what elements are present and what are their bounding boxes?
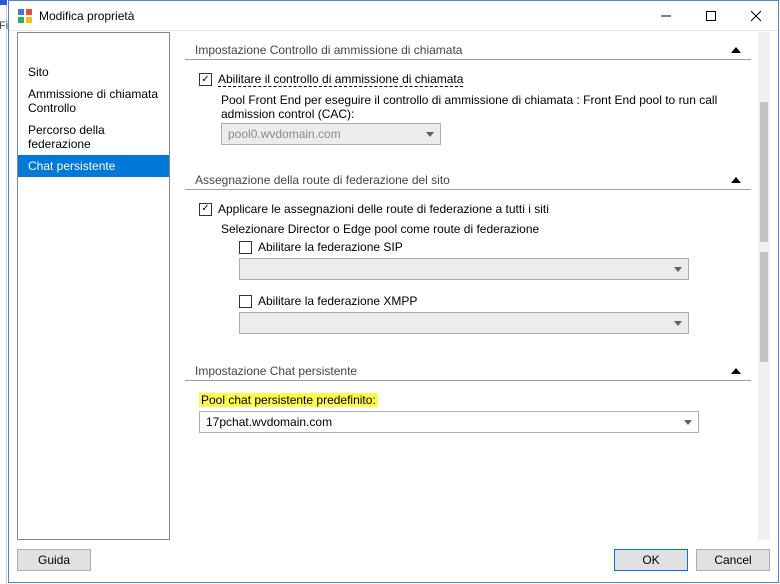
scroll-thumb[interactable] [760,252,768,362]
combo-value: pool0.wvdomain.com [228,127,341,141]
section-title: Impostazione Controllo di ammissione di … [195,43,731,57]
checkbox-enable-cac[interactable] [199,73,212,86]
sidebar-item-ammissione[interactable]: Ammissione di chiamata Controllo [18,83,169,119]
sidebar-item-federazione[interactable]: Percorso della federazione [18,119,169,155]
combo-default-pchat-pool[interactable]: 17pchat.wvdomain.com [199,411,699,433]
sidebar-item-sito[interactable]: Sito [18,61,169,83]
chevron-down-icon [684,420,692,425]
combo-sip [239,258,689,280]
app-icon [17,8,33,24]
collapse-icon [731,177,741,183]
collapse-icon [731,47,741,53]
label-apply-fed: Applicare le assegnazioni delle route di… [218,202,549,216]
chevron-down-icon [674,267,682,272]
combo-cac-pool[interactable]: pool0.wvdomain.com [221,123,441,145]
window-title: Modifica proprietà [39,9,134,23]
help-button[interactable]: Guida [17,549,91,571]
content-pane: Impostazione Controllo di ammissione di … [178,32,758,540]
ok-button[interactable]: OK [614,549,688,571]
scroll-thumb[interactable] [760,102,768,242]
maximize-button[interactable] [688,1,733,30]
section-title: Impostazione Chat persistente [195,364,731,378]
section-header-pchat[interactable]: Impostazione Chat persistente [185,360,751,381]
background-window-sliver: Fi [0,0,7,584]
label-enable-cac: Abilitare il controllo di ammissione di … [218,72,463,87]
label-select-route: Selezionare Director o Edge pool come ro… [221,222,737,236]
collapse-icon [731,368,741,374]
sidebar-item-chat-persistente[interactable]: Chat persistente [18,155,169,177]
vertical-scrollbar[interactable] [758,32,770,540]
checkbox-sip[interactable] [239,241,252,254]
label-sip: Abilitare la federazione SIP [258,240,403,254]
combo-xmpp [239,312,689,334]
close-button[interactable] [733,1,778,30]
section-header-fed[interactable]: Assegnazione della route di federazione … [185,169,751,190]
combo-value: 17pchat.wvdomain.com [206,415,332,429]
cancel-button[interactable]: Cancel [696,549,770,571]
dialog-footer: Guida OK Cancel [17,544,770,576]
minimize-button[interactable] [643,1,688,30]
label-xmpp: Abilitare la federazione XMPP [258,294,417,308]
titlebar[interactable]: Modifica proprietà [9,1,778,31]
section-title: Assegnazione della route di federazione … [195,173,731,187]
section-header-cac[interactable]: Impostazione Controllo di ammissione di … [185,39,751,60]
label-cac-pool: Pool Front End per eseguire il controllo… [221,93,737,121]
label-default-pchat-pool: Pool chat persistente predefinito: [199,393,378,407]
checkbox-apply-fed[interactable] [199,203,212,216]
dialog-window: Modifica proprietà Sito Ammissione di ch… [8,0,779,583]
chevron-down-icon [674,321,682,326]
checkbox-xmpp[interactable] [239,295,252,308]
sidebar: Sito Ammissione di chiamata Controllo Pe… [17,32,170,540]
chevron-down-icon [426,132,434,137]
